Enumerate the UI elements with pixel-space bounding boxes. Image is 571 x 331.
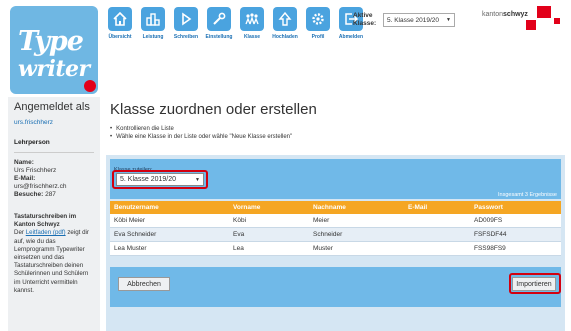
- name-label: Name:: [14, 159, 34, 166]
- nav-label: Profil: [311, 34, 325, 40]
- nav-label: Einstellung: [205, 34, 233, 40]
- group-icon: [240, 7, 264, 31]
- table-row[interactable]: Eva Schneider Eva Schneider FSFSDF44: [110, 228, 561, 242]
- column-header[interactable]: E-Mail: [408, 204, 474, 211]
- nav-einstellung[interactable]: Einstellung: [203, 7, 235, 40]
- visits-value: 287: [45, 191, 56, 198]
- active-class-label: Aktive Klasse:: [353, 12, 377, 27]
- result-count: Insgesamt 3 Ergebnisse: [497, 192, 557, 198]
- nav-uebersicht[interactable]: Übersicht: [104, 7, 136, 40]
- cell-firstname: Eva: [233, 231, 245, 238]
- active-class-value: 5. Klasse 2019/20: [387, 16, 440, 24]
- class-panel: Klasse zuteilen: 5. Klasse 2019/20 ▼ Ins…: [106, 155, 565, 331]
- nav-label: Schreiben: [173, 34, 199, 40]
- description-post: zeigt dir auf, wie du das Lernprogramm T…: [14, 229, 89, 294]
- nav-klasse[interactable]: Klasse: [236, 7, 268, 40]
- cell-password: AD009FS: [474, 217, 503, 224]
- table-row[interactable]: Köbi Meier Köbi Meier AD009FS: [110, 214, 561, 228]
- kanton-prefix: kanton: [482, 11, 504, 18]
- column-header[interactable]: Nachname: [313, 204, 408, 211]
- email-value: urs@frischherz.ch: [14, 183, 67, 190]
- divider: [14, 152, 94, 153]
- play-icon: [174, 7, 198, 31]
- upload-icon: [273, 7, 297, 31]
- nav-schreiben[interactable]: Schreiben: [170, 7, 202, 40]
- gear-icon: [306, 7, 330, 31]
- kanton-logo-text: kantonschwyz: [482, 11, 528, 18]
- column-header[interactable]: Vorname: [233, 204, 313, 211]
- cell-lastname: Muster: [313, 245, 333, 252]
- main-nav: Übersicht Leistung Schreiben Einstellung…: [104, 7, 368, 40]
- column-header[interactable]: Benutzername: [110, 204, 233, 211]
- instruction-item: Wähle eine Klasse in der Liste oder wähl…: [110, 133, 292, 141]
- sidebar-username-link[interactable]: urs.frischherz: [14, 119, 94, 126]
- kanton-name: schwyz: [503, 11, 528, 18]
- cell-lastname: Meier: [313, 217, 330, 224]
- cell-firstname: Lea: [233, 245, 244, 252]
- kanton-logo-shape: [554, 18, 560, 24]
- page-title: Klasse zuordnen oder erstellen: [110, 101, 317, 118]
- logo-line1: Type: [18, 26, 84, 57]
- nav-label: Klasse: [243, 34, 261, 40]
- logo-line2: writer: [18, 56, 90, 82]
- highlight-box: [112, 170, 208, 189]
- nav-hochladen[interactable]: Hochladen: [269, 7, 301, 40]
- table-header: Benutzername Vorname Nachname E-Mail Pas…: [110, 201, 561, 214]
- active-class-select[interactable]: 5. Klasse 2019/20 ▼: [383, 13, 455, 27]
- typewriter-logo[interactable]: Type writer: [10, 6, 98, 94]
- students-table: Benutzername Vorname Nachname E-Mail Pas…: [110, 201, 561, 256]
- nav-profil[interactable]: Profil: [302, 7, 334, 40]
- kanton-logo-shape: [526, 20, 536, 30]
- nav-label: Leistung: [142, 34, 164, 40]
- column-header[interactable]: Passwort: [474, 204, 561, 211]
- sidebar-title: Angemeldet als: [14, 101, 90, 113]
- kanton-logo-shape: [537, 6, 551, 18]
- cell-lastname: Schneider: [313, 231, 343, 238]
- cell-username: Eva Schneider: [114, 231, 157, 238]
- email-label: E-Mail:: [14, 175, 36, 182]
- instruction-item: Kontrollieren die Liste: [110, 125, 292, 133]
- chart-icon: [141, 7, 165, 31]
- nav-leistung[interactable]: Leistung: [137, 7, 169, 40]
- sidebar-role: Lehrperson: [14, 139, 50, 146]
- header: Type writer Übersicht Leistung Schreiben: [0, 0, 571, 94]
- nav-label: Abmelden: [338, 34, 364, 40]
- cancel-button[interactable]: Abbrechen: [118, 277, 170, 291]
- cell-password: FSS98FS9: [474, 245, 506, 252]
- active-class-selector: Aktive Klasse: 5. Klasse 2019/20 ▼: [353, 12, 455, 28]
- table-row[interactable]: Lea Muster Lea Muster FSS98FS9: [110, 242, 561, 256]
- leitfaden-link[interactable]: Leitfaden (pdf): [26, 229, 66, 236]
- cell-username: Köbi Meier: [114, 217, 146, 224]
- chevron-down-icon: ▼: [446, 17, 451, 23]
- home-icon: [108, 7, 132, 31]
- cell-password: FSFSDF44: [474, 231, 507, 238]
- import-button[interactable]: Importieren: [512, 277, 556, 291]
- wrench-icon: [207, 7, 231, 31]
- description-title: Tastaturschreiben im Kanton Schwyz: [14, 213, 77, 229]
- name-value: Urs Frischherz: [14, 167, 57, 174]
- cell-username: Lea Muster: [114, 245, 147, 252]
- visits-label: Besuche:: [14, 191, 44, 198]
- logo-dot: [84, 80, 96, 92]
- panel-top-bar: Klasse zuteilen: 5. Klasse 2019/20 ▼ Ins…: [110, 159, 561, 199]
- sidebar: Angemeldet als urs.frischherz Lehrperson…: [8, 97, 100, 331]
- cell-firstname: Köbi: [233, 217, 247, 224]
- instructions-list: Kontrollieren die Liste Wähle eine Klass…: [110, 125, 292, 141]
- description-pre: Der: [14, 229, 26, 237]
- nav-label: Hochladen: [272, 34, 298, 40]
- main-content: Klasse zuordnen oder erstellen Kontrolli…: [106, 97, 565, 331]
- panel-bottom-bar: Abbrechen Importieren: [110, 267, 561, 307]
- nav-label: Übersicht: [108, 34, 132, 40]
- sidebar-description: Tastaturschreiben im Kanton Schwyz Der L…: [14, 213, 94, 295]
